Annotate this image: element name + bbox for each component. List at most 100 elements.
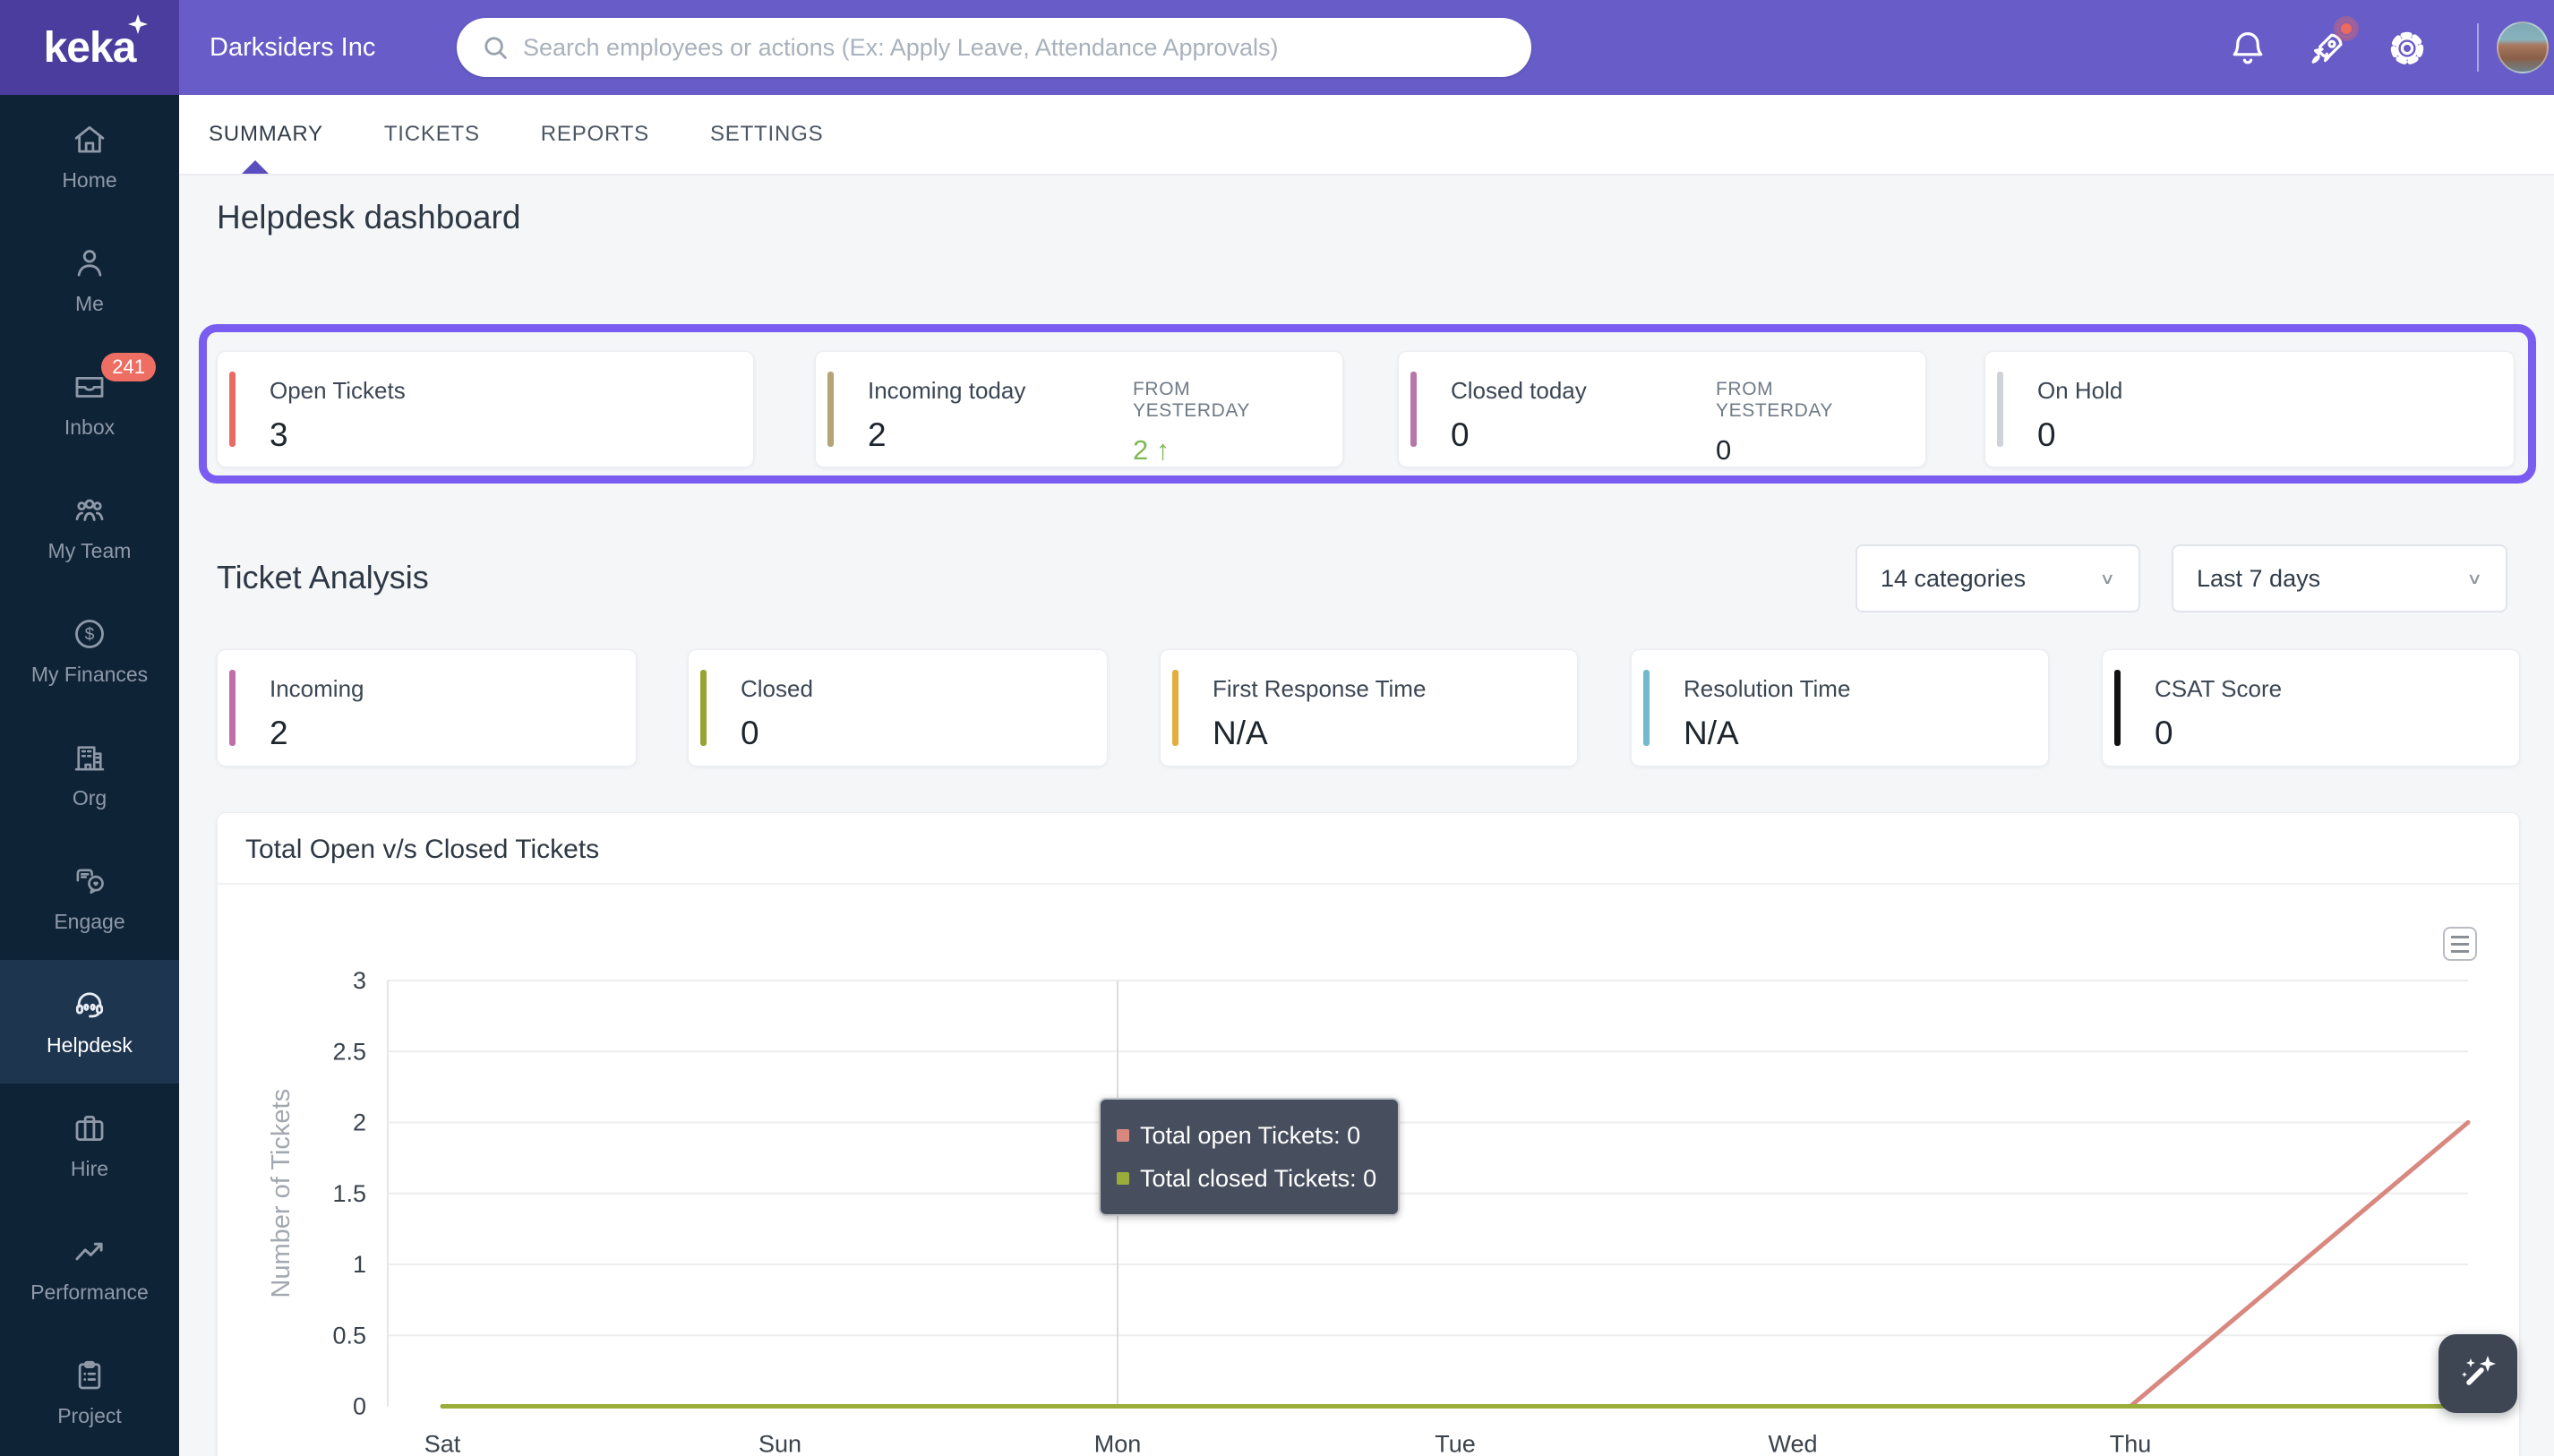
card-accent-bar	[229, 372, 236, 447]
from-yesterday-value: 0	[1716, 434, 1732, 466]
search-input[interactable]	[523, 33, 1531, 62]
keka-logo[interactable]: keka	[0, 0, 179, 95]
page-title: Helpdesk dashboard	[217, 199, 521, 236]
sidebar-item-org[interactable]: Org	[0, 713, 179, 836]
card-label: First Response Time	[1213, 675, 1427, 702]
card-value: 0	[741, 715, 759, 751]
sidebar-item-my-team[interactable]: My Team	[0, 466, 179, 589]
hire-briefcase-icon	[75, 1116, 104, 1141]
metric-card-closed: Closed 0	[688, 649, 1108, 767]
tooltip-row: Total closed Tickets: 0	[1117, 1157, 1376, 1200]
card-accent-bar	[1410, 372, 1417, 447]
card-label: CSAT Score	[2155, 675, 2283, 702]
card-label: Resolution Time	[1684, 675, 1851, 702]
chevron-down-icon: ∨	[2099, 570, 2115, 587]
search-icon	[484, 37, 507, 59]
settings-gear-icon[interactable]	[2386, 27, 2429, 70]
helpdesk-headset-icon	[75, 992, 104, 1018]
org-building-icon	[74, 746, 105, 771]
engage-chat-icon	[76, 869, 104, 895]
whats-new-rocket-button[interactable]	[2305, 20, 2355, 70]
sidebar-item-hire[interactable]: Hire	[0, 1083, 179, 1207]
from-yesterday-label: FROM YESTERDAY	[1133, 379, 1251, 421]
module-tabbar: SUMMARY TICKETS REPORTS SETTINGS	[179, 95, 2554, 176]
sidebar-item-label: Me	[75, 292, 104, 315]
active-tab-indicator	[242, 160, 269, 174]
card-accent-bar	[827, 372, 834, 447]
tab-tickets[interactable]: TICKETS	[384, 122, 480, 147]
company-name: Darksiders Inc	[210, 32, 376, 62]
topbar-divider	[2477, 23, 2479, 72]
sidebar-item-label: Project	[57, 1404, 122, 1427]
card-value: 0	[2037, 416, 2056, 453]
metric-card-csat-score: CSAT Score 0	[2102, 649, 2520, 767]
sidebar-item-label: Inbox	[64, 415, 116, 439]
sidebar-item-inbox[interactable]: 241 Inbox	[0, 342, 179, 466]
svg-text:1: 1	[353, 1251, 366, 1278]
trend-up-arrow: ↑	[1155, 434, 1170, 466]
sidebar: Home Me 241 Inbox My Team $ My Finances …	[0, 95, 179, 1456]
card-value: N/A	[1684, 715, 1739, 751]
sidebar-item-performance[interactable]: Performance	[0, 1207, 179, 1331]
assistant-fab[interactable]	[2438, 1334, 2517, 1413]
card-incoming-today: Incoming today 2 FROM YESTERDAY 2 ↑	[815, 351, 1343, 467]
card-value: 3	[270, 416, 288, 453]
tab-settings[interactable]: SETTINGS	[710, 122, 823, 147]
svg-text:$: $	[85, 626, 95, 645]
main-area: SUMMARY TICKETS REPORTS SETTINGS Helpdes…	[179, 95, 2554, 1456]
sidebar-item-label: Engage	[54, 910, 125, 933]
chevron-down-icon: ∨	[2466, 570, 2482, 587]
me-person-icon	[77, 250, 102, 277]
content: Helpdesk dashboard Open Tickets 3 Incomi…	[179, 176, 2554, 1456]
notifications-bell-icon[interactable]	[2226, 27, 2269, 70]
card-closed-today: Closed today 0 FROM YESTERDAY 0	[1398, 351, 1926, 467]
date-range-dropdown[interactable]: Last 7 days ∨	[2172, 544, 2507, 612]
svg-text:1.5: 1.5	[332, 1180, 366, 1207]
card-value: 0	[2155, 715, 2173, 751]
chart-title: Total Open v/s Closed Tickets	[245, 835, 600, 864]
svg-text:Number of Tickets: Number of Tickets	[267, 1089, 296, 1298]
global-search[interactable]	[457, 18, 1531, 77]
chart-card: Total Open v/s Closed Tickets 0 0.5 1 1.5 2 2…	[217, 812, 2520, 1456]
card-accent-bar	[1643, 670, 1650, 746]
tab-summary[interactable]: SUMMARY	[209, 122, 323, 147]
svg-text:2.5: 2.5	[332, 1038, 366, 1065]
sidebar-item-engage[interactable]: Engage	[0, 836, 179, 960]
svg-text:0.5: 0.5	[332, 1322, 366, 1349]
sidebar-item-label: My Team	[47, 539, 132, 562]
card-label: Incoming	[270, 675, 364, 702]
sidebar-item-home[interactable]: Home	[0, 95, 179, 218]
svg-text:Sun: Sun	[758, 1431, 801, 1456]
sidebar-item-label: Hire	[70, 1157, 109, 1180]
notification-dot	[2337, 20, 2355, 38]
tab-reports[interactable]: REPORTS	[541, 122, 649, 147]
sidebar-item-label: My Finances	[30, 663, 149, 686]
svg-text:Thu: Thu	[2110, 1431, 2152, 1456]
card-value: 2	[270, 715, 288, 751]
sidebar-item-my-finances[interactable]: $ My Finances	[0, 589, 179, 713]
sidebar-item-project[interactable]: Project	[0, 1331, 179, 1454]
chart-tooltip: Total open Tickets: 0 Total closed Ticket…	[1099, 1098, 1401, 1216]
from-yesterday-value: 2 ↑	[1133, 434, 1170, 466]
card-label: Open Tickets	[270, 377, 406, 404]
svg-text:Mon: Mon	[1094, 1431, 1142, 1456]
svg-text:Wed: Wed	[1768, 1431, 1817, 1456]
sidebar-item-label: Helpdesk	[47, 1033, 133, 1057]
card-accent-bar	[229, 670, 236, 746]
ticket-analysis-title: Ticket Analysis	[217, 559, 429, 595]
sidebar-item-helpdesk[interactable]: Helpdesk	[0, 960, 179, 1083]
card-label: Incoming today	[868, 377, 1026, 404]
card-value: 2	[868, 416, 887, 453]
card-label: Closed	[741, 675, 813, 702]
performance-trend-icon	[75, 1242, 103, 1261]
user-avatar[interactable]	[2497, 21, 2549, 73]
team-icon	[75, 499, 104, 521]
project-clipboard-icon	[78, 1360, 101, 1390]
card-open-tickets: Open Tickets 3	[217, 351, 754, 467]
tooltip-row: Total open Tickets: 0	[1117, 1114, 1376, 1157]
finances-dollar-icon: $	[75, 620, 104, 648]
magic-wand-icon	[2462, 1356, 2496, 1385]
card-label: On Hold	[2037, 377, 2123, 404]
categories-dropdown[interactable]: 14 categories ∨	[1856, 544, 2140, 612]
sidebar-item-me[interactable]: Me	[0, 218, 179, 342]
